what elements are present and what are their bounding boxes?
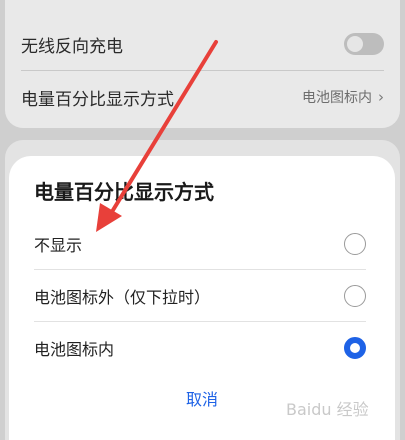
arrow-shaft [108,40,218,217]
baidu-watermark: Baidu 经验 [286,400,369,419]
arrow-head [96,203,122,232]
red-arrow-annotation [96,40,218,232]
